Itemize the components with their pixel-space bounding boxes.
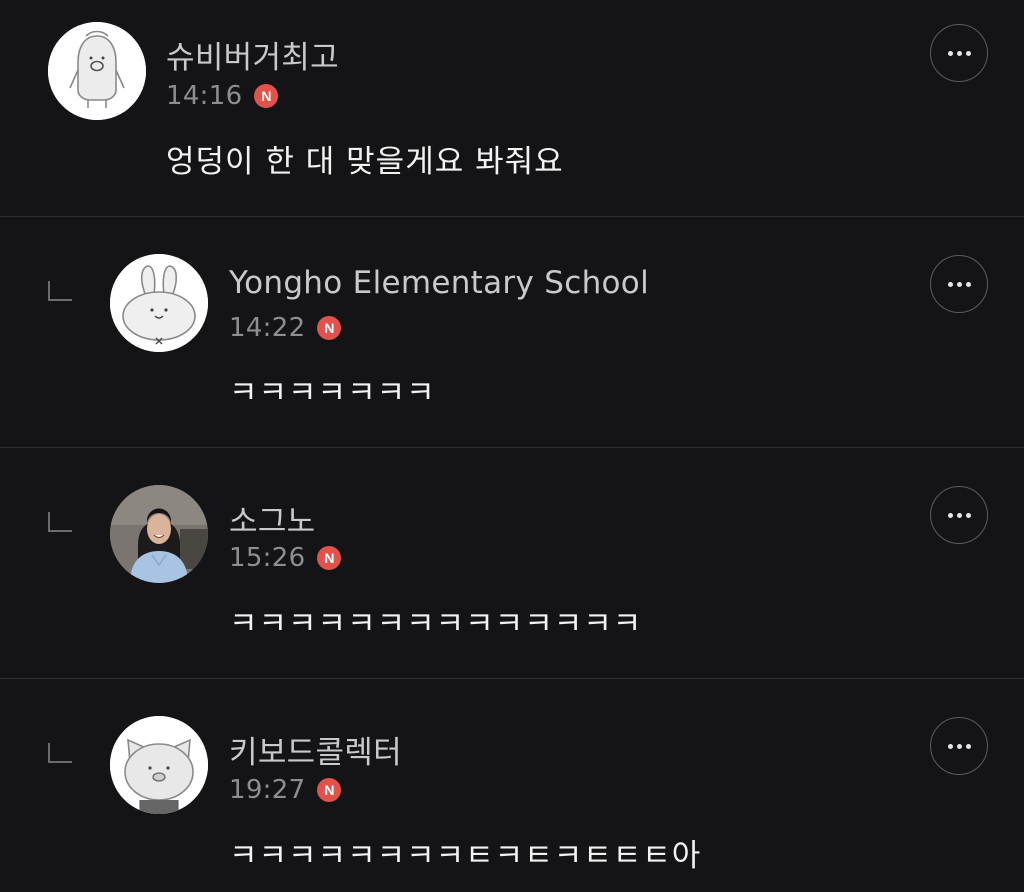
- more-options-icon: [947, 50, 953, 56]
- more-options-icon: [956, 512, 962, 518]
- comment-meta: 14:16 N: [166, 80, 279, 112]
- comment-author[interactable]: 소그노: [229, 496, 315, 541]
- more-options-button[interactable]: [930, 486, 988, 544]
- comment-meta: 14:22 N: [229, 312, 342, 344]
- more-options-icon: [965, 50, 971, 56]
- more-options-icon: [965, 281, 971, 287]
- comment-meta: 15:26 N: [229, 542, 342, 574]
- more-options-icon: [956, 281, 962, 287]
- comment-author[interactable]: 키보드콜렉터: [229, 727, 402, 772]
- more-options-button[interactable]: [930, 255, 988, 313]
- more-options-icon: [947, 281, 953, 287]
- more-options-icon: [965, 743, 971, 749]
- comment-time: 14:22: [229, 313, 306, 343]
- comment-author[interactable]: 슈비버거최고: [166, 32, 339, 77]
- comment-list: 슈비버거최고 14:16 N 엉덩이 한 대 맞을게요 봐줘요 Yongho E…: [0, 0, 1024, 892]
- profile-photo[interactable]: [110, 485, 208, 583]
- comment-text: ㅋㅋㅋㅋㅋㅋㅋ: [229, 375, 436, 411]
- more-options-icon: [956, 50, 962, 56]
- more-options-button[interactable]: [930, 24, 988, 82]
- more-options-icon: [947, 743, 953, 749]
- reply-item: Yongho Elementary School 14:22 N ㅋㅋㅋㅋㅋㅋㅋ: [0, 217, 1024, 447]
- reply-item: 소그노 15:26 N ㅋㅋㅋㅋㅋㅋㅋㅋㅋㅋㅋㅋㅋㅋ: [0, 448, 1024, 678]
- comment-time: 15:26: [229, 543, 306, 573]
- more-options-button[interactable]: [930, 717, 988, 775]
- comment-text: ㅋㅋㅋㅋㅋㅋㅋㅋㅌㅋㅌㅋㅌㅌㅌ아: [229, 838, 702, 874]
- more-options-icon: [947, 512, 953, 518]
- comment-item: 슈비버거최고 14:16 N 엉덩이 한 대 맞을게요 봐줘요: [0, 0, 1024, 216]
- rabbit-avatar[interactable]: [110, 254, 208, 352]
- comment-time: 19:27: [229, 775, 306, 805]
- reply-indent-icon: [48, 512, 72, 532]
- new-badge: N: [317, 546, 342, 570]
- reply-indent-icon: [48, 743, 72, 763]
- reply-indent-icon: [48, 281, 72, 301]
- new-badge: N: [254, 84, 279, 108]
- new-badge: N: [317, 778, 342, 802]
- more-options-icon: [956, 743, 962, 749]
- comment-time: 14:16: [166, 81, 243, 111]
- comment-text: ㅋㅋㅋㅋㅋㅋㅋㅋㅋㅋㅋㅋㅋㅋ: [229, 606, 643, 642]
- comment-text: 엉덩이 한 대 맞을게요 봐줘요: [166, 144, 564, 180]
- new-badge: N: [317, 316, 342, 340]
- reply-item: 키보드콜렉터 19:27 N ㅋㅋㅋㅋㅋㅋㅋㅋㅌㅋㅌㅋㅌㅌㅌ아: [0, 679, 1024, 892]
- penguin-avatar[interactable]: [48, 22, 146, 120]
- comment-meta: 19:27 N: [229, 774, 342, 806]
- comment-author[interactable]: Yongho Elementary School: [229, 265, 649, 301]
- cat-avatar[interactable]: [110, 716, 208, 814]
- more-options-icon: [965, 512, 971, 518]
